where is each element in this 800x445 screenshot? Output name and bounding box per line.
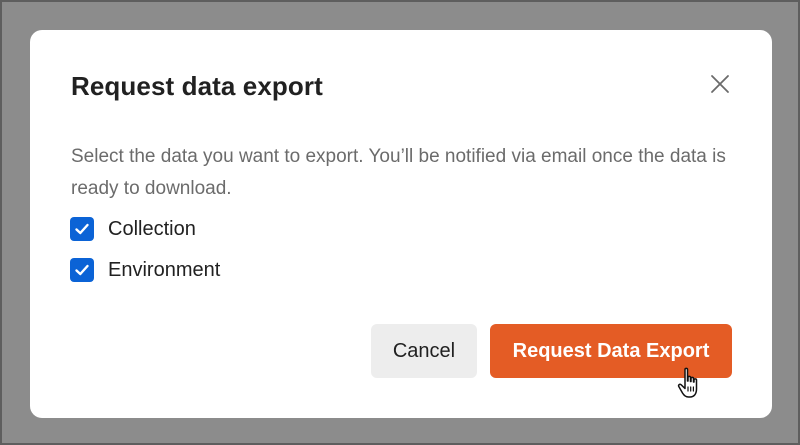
close-icon	[711, 75, 729, 93]
request-export-dialog: Request data export Select the data you …	[30, 30, 772, 418]
option-collection[interactable]: Collection	[70, 216, 196, 242]
close-button[interactable]	[702, 66, 738, 102]
checkmark-icon	[75, 223, 89, 235]
environment-checkbox[interactable]	[70, 258, 94, 282]
checkmark-icon	[75, 264, 89, 276]
option-environment[interactable]: Environment	[70, 257, 220, 283]
collection-checkbox[interactable]	[70, 217, 94, 241]
collection-label: Collection	[108, 217, 196, 240]
cancel-button[interactable]: Cancel	[371, 324, 477, 378]
request-data-export-button[interactable]: Request Data Export	[490, 324, 732, 378]
environment-label: Environment	[108, 258, 221, 281]
dialog-description: Select the data you want to export. You’…	[71, 146, 726, 199]
dialog-title: Request data export	[71, 71, 323, 101]
